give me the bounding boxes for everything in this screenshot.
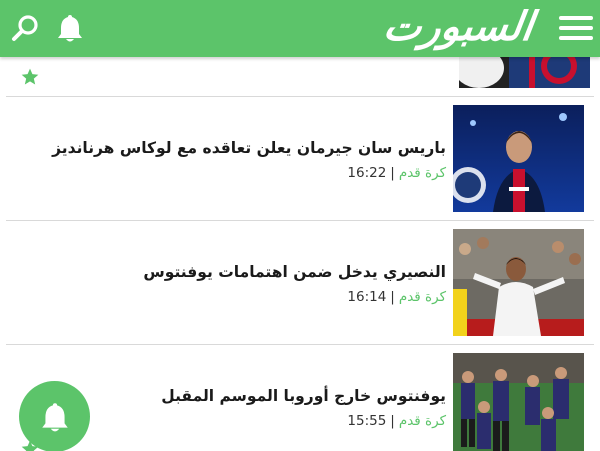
search-icon xyxy=(12,15,38,41)
search-button[interactable] xyxy=(8,9,42,47)
bell-icon xyxy=(41,402,68,431)
favorite-star-icon[interactable] xyxy=(20,67,40,87)
meta-separator: | xyxy=(390,413,395,429)
article-meta: كرة قدم|15:55 xyxy=(347,413,446,429)
menu-icon xyxy=(559,16,593,40)
article-title[interactable]: باريس سان جيرمان يعلن تعاقده مع لوكاس هر… xyxy=(16,139,446,157)
meta-separator: | xyxy=(390,165,395,181)
article-category[interactable]: كرة قدم xyxy=(399,413,446,429)
article-thumbnail[interactable] xyxy=(453,229,584,336)
article-category[interactable]: كرة قدم xyxy=(399,165,446,181)
article-item[interactable]: باريس سان جيرمان يعلن تعاقده مع لوكاس هر… xyxy=(6,97,594,220)
article-category[interactable]: كرة قدم xyxy=(399,289,446,305)
article-meta: كرة قدم|16:22 xyxy=(347,165,446,181)
app-logo[interactable]: السبورت xyxy=(378,4,538,50)
article-time: 16:14 xyxy=(347,289,387,305)
menu-button[interactable] xyxy=(558,12,594,44)
article-meta: كرة قدم|16:14 xyxy=(347,289,446,305)
floating-notification-button[interactable] xyxy=(19,381,90,451)
article-time: 16:22 xyxy=(347,165,387,181)
logo-text: السبورت xyxy=(380,4,536,50)
notifications-button[interactable] xyxy=(53,9,87,47)
app-header: السبورت xyxy=(0,0,600,57)
article-thumbnail[interactable] xyxy=(453,353,584,451)
article-thumbnail[interactable] xyxy=(453,105,584,212)
article-item[interactable]: النصيري يدخل ضمن اهتمامات يوفنتوس كرة قد… xyxy=(6,221,594,344)
article-item[interactable]: يوفنتوس خارج أوروبا الموسم المقبل كرة قد… xyxy=(6,345,594,451)
article-time: 15:55 xyxy=(347,413,387,429)
bell-icon xyxy=(58,15,82,42)
meta-separator: | xyxy=(390,289,395,305)
article-title[interactable]: النصيري يدخل ضمن اهتمامات يوفنتوس xyxy=(16,263,446,281)
